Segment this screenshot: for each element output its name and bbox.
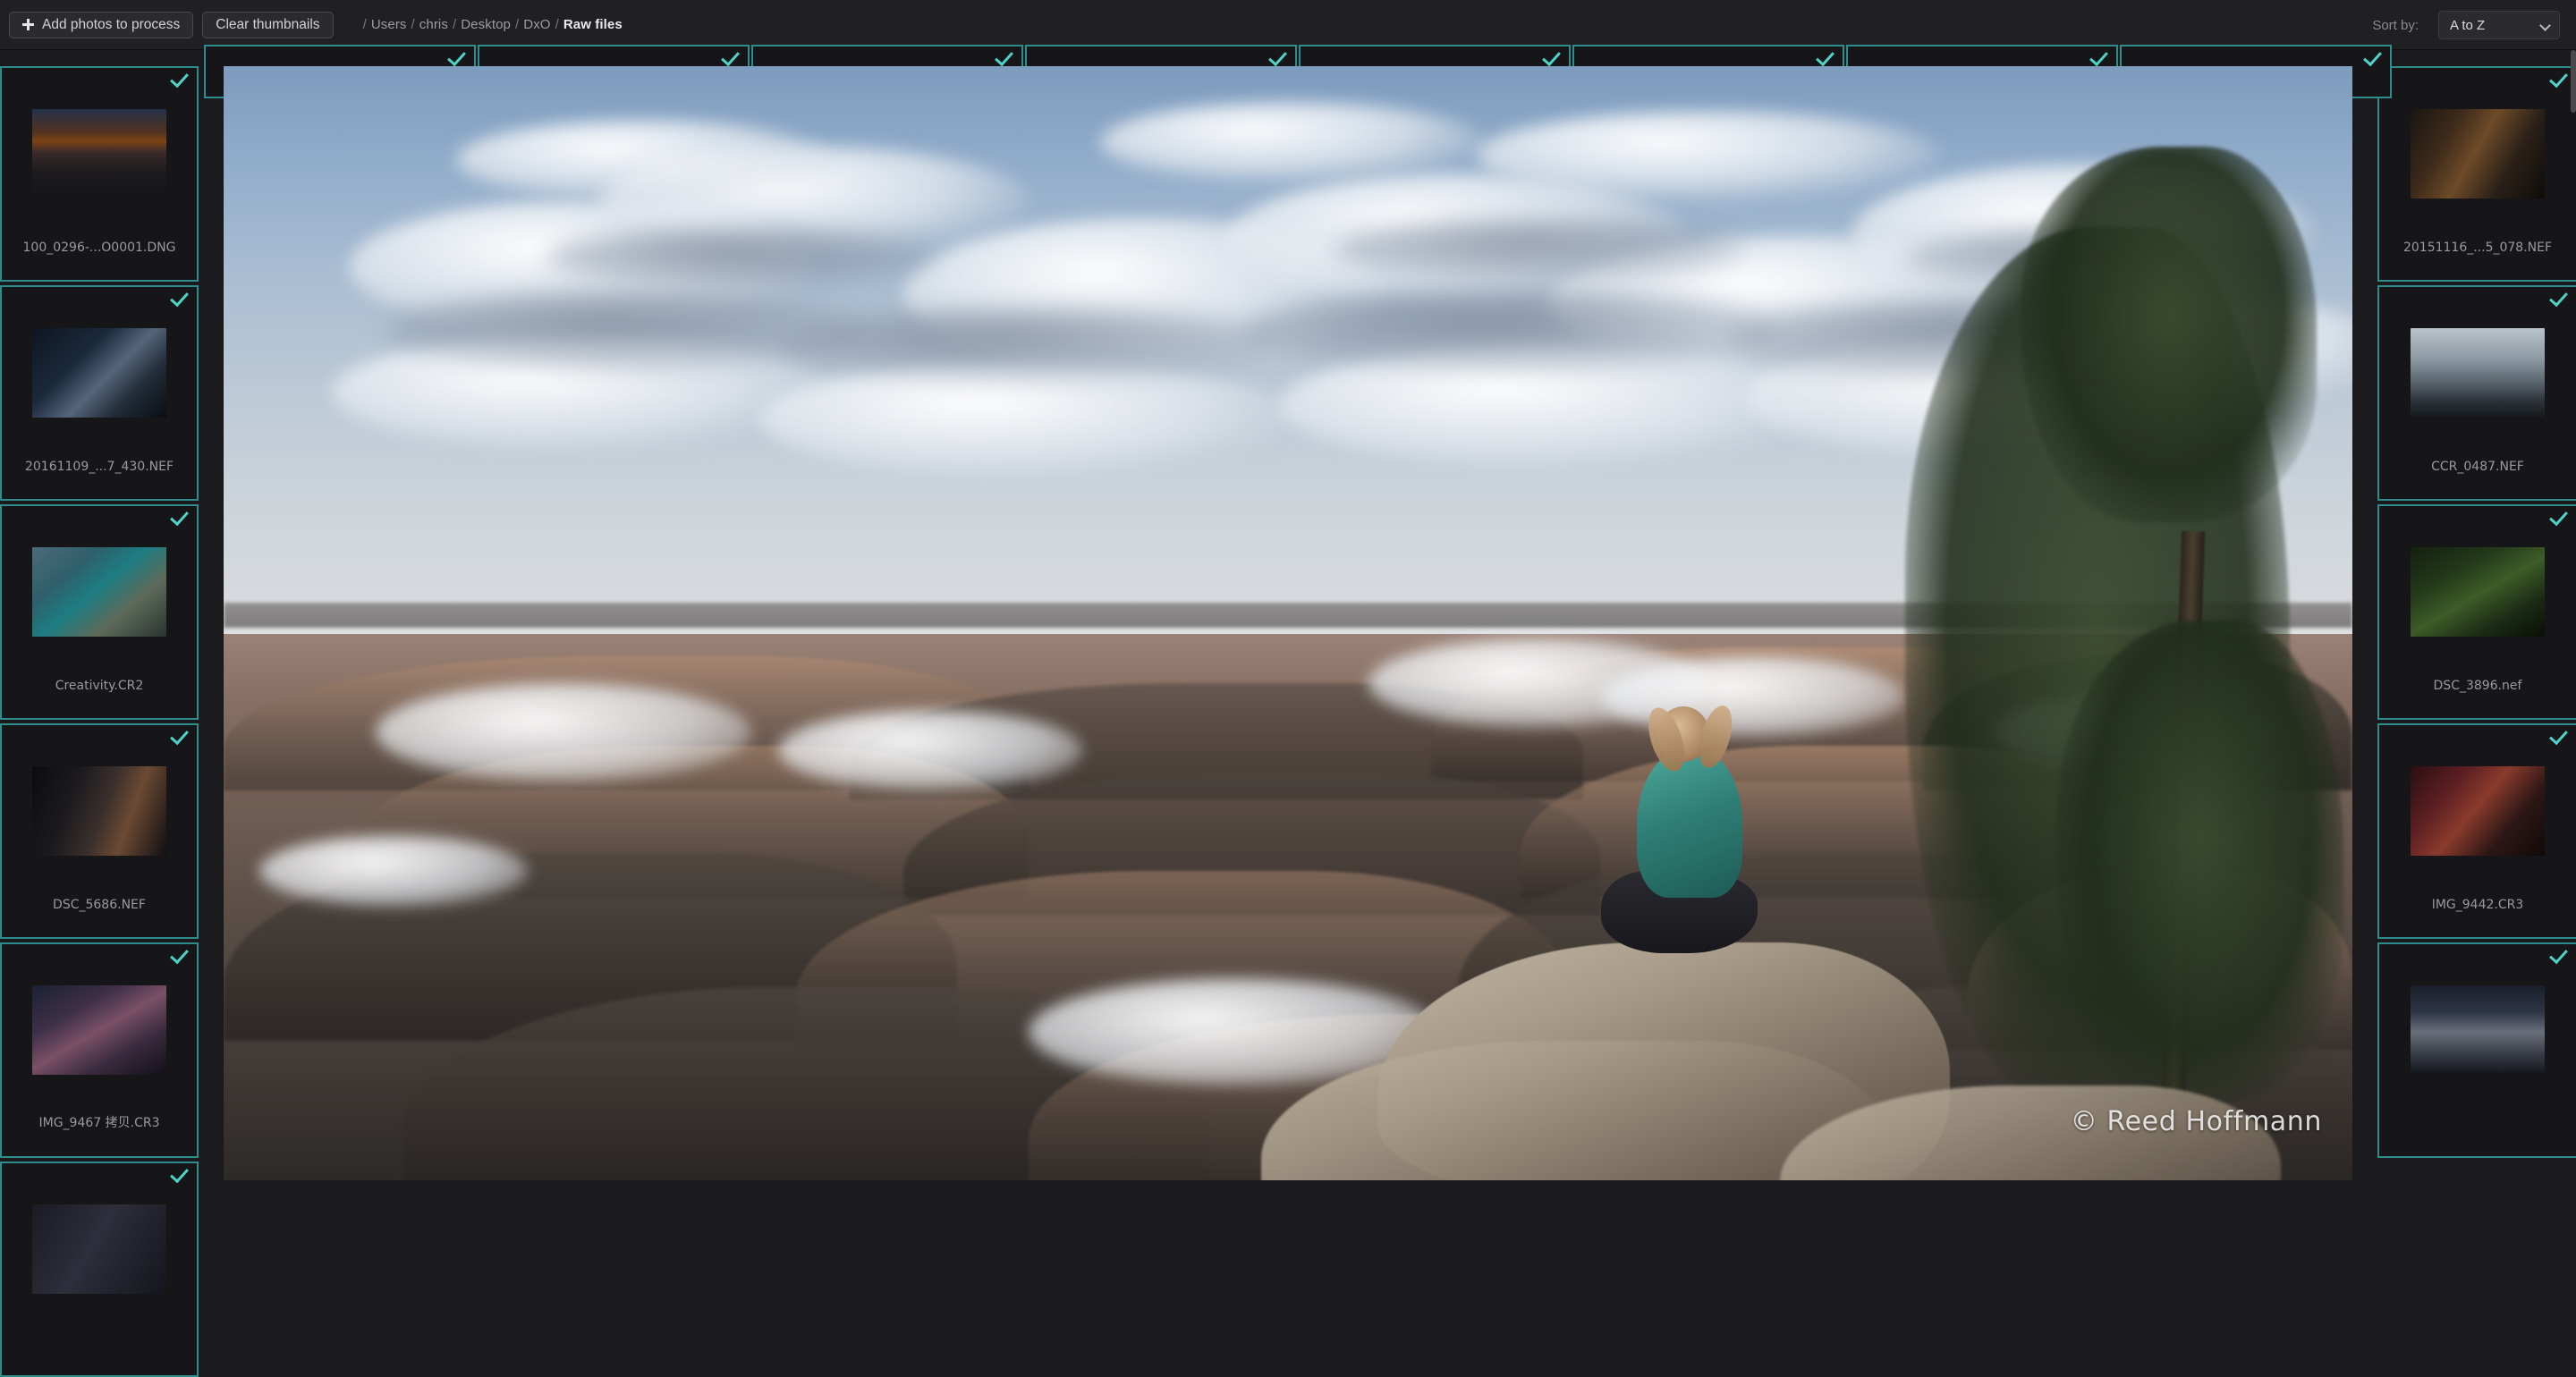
scene-element xyxy=(259,835,528,907)
thumbnail-cell[interactable]: DSC_5686.NEF xyxy=(0,723,199,939)
check-icon[interactable] xyxy=(1542,46,1561,67)
thumbnail-cell[interactable]: 20151116_...5_078.NEF xyxy=(2377,66,2576,282)
sort-by-value: A to Z xyxy=(2450,17,2486,33)
thumbnail-image xyxy=(32,328,166,418)
check-icon[interactable] xyxy=(170,287,189,308)
thumbnail-image xyxy=(32,766,166,856)
thumbnail-cell[interactable]: 100_0296-...O0001.DNG xyxy=(0,66,199,282)
check-icon[interactable] xyxy=(170,944,189,965)
thumbnail-filename: DSC_3896.nef xyxy=(2433,679,2522,693)
scene-element xyxy=(778,308,1279,379)
scene-element xyxy=(456,120,832,200)
thumbnail-filename: IMG_9467 拷贝.CR3 xyxy=(38,1116,160,1130)
thumbnail-filename: DSC_5686.NEF xyxy=(53,898,146,912)
thumbnail-image xyxy=(32,985,166,1075)
add-photos-to-process-button[interactable]: Add photos to process xyxy=(9,11,194,38)
scene-element xyxy=(2057,621,2343,1103)
scene-element xyxy=(376,683,751,781)
check-icon[interactable] xyxy=(2089,46,2108,67)
thumbnail-filename: 100_0296-...O0001.DNG xyxy=(22,241,176,255)
check-icon[interactable] xyxy=(2549,287,2568,308)
thumbnail-cell[interactable]: Creativity.CR2 xyxy=(0,504,199,720)
breadcrumb: / Users / chris / Desktop / DxO / Raw files xyxy=(359,17,623,32)
check-icon[interactable] xyxy=(170,506,189,527)
thumbnail-cell[interactable]: 20161109_...7_430.NEF xyxy=(0,285,199,501)
breadcrumb-item-dxo[interactable]: DxO xyxy=(523,17,550,32)
thumbnail-image xyxy=(2411,985,2545,1075)
check-icon[interactable] xyxy=(721,46,740,67)
breadcrumb-item-raw-files: Raw files xyxy=(563,17,623,32)
breadcrumb-item-desktop[interactable]: Desktop xyxy=(461,17,511,32)
thumbnail-image xyxy=(32,1204,166,1294)
scene-element xyxy=(1243,290,1780,370)
check-icon[interactable] xyxy=(995,46,1013,67)
thumbnail-cell[interactable]: IMG_9442.CR3 xyxy=(2377,723,2576,939)
breadcrumb-separator: / xyxy=(514,17,520,32)
scene-element xyxy=(1100,102,1485,182)
check-icon[interactable] xyxy=(1268,46,1287,67)
thumbnail-image xyxy=(32,547,166,637)
image-preview[interactable]: © Reed Hoffmann xyxy=(224,66,2352,1180)
top-toolbar: Add photos to process Clear thumbnails /… xyxy=(0,0,2576,50)
thumbnail-image xyxy=(2411,547,2545,637)
watermark: © Reed Hoffmann xyxy=(2070,1106,2322,1137)
check-icon[interactable] xyxy=(170,1163,189,1184)
check-icon[interactable] xyxy=(2363,46,2382,67)
chevron-down-icon xyxy=(2539,20,2551,31)
vertical-scrollbar[interactable] xyxy=(2571,50,2576,113)
thumbnail-image xyxy=(2411,328,2545,418)
add-photos-label: Add photos to process xyxy=(42,16,181,32)
thumbnail-image xyxy=(32,109,166,199)
thumbnail-filename: 20161109_...7_430.NEF xyxy=(24,460,174,474)
breadcrumb-separator: / xyxy=(555,17,559,32)
thumbnail-filename: CCR_0487.NEF xyxy=(2431,460,2524,474)
breadcrumb-item-users[interactable]: Users xyxy=(371,17,407,32)
check-icon[interactable] xyxy=(170,725,189,746)
breadcrumb-separator: / xyxy=(452,17,457,32)
scene-element xyxy=(1476,111,1941,200)
scene-element xyxy=(778,710,1082,790)
sort-controls: Sort by: A to Z xyxy=(2372,0,2560,50)
sort-by-select[interactable]: A to Z xyxy=(2438,11,2560,39)
thumbnail-cell[interactable]: DSC_3896.nef xyxy=(2377,504,2576,720)
check-icon[interactable] xyxy=(170,68,189,89)
check-icon[interactable] xyxy=(2549,506,2568,527)
clear-thumbnails-label: Clear thumbnails xyxy=(216,16,320,32)
thumbnail-cell[interactable] xyxy=(0,1162,199,1377)
scene-element xyxy=(1601,656,1905,737)
thumbnail-filename: IMG_9442.CR3 xyxy=(2431,898,2524,912)
thumbnail-filename: Creativity.CR2 xyxy=(55,679,144,693)
thumbnail-filename: 20151116_...5_078.NEF xyxy=(2402,241,2553,255)
check-icon[interactable] xyxy=(2549,68,2568,89)
clear-thumbnails-button[interactable]: Clear thumbnails xyxy=(202,11,334,38)
thumbnail-cell[interactable] xyxy=(2377,942,2576,1158)
thumbnail-image xyxy=(2411,109,2545,199)
scene-element xyxy=(1333,218,1744,281)
breadcrumb-separator: / xyxy=(411,17,415,32)
thumbnail-cell[interactable]: CCR_0487.NEF xyxy=(2377,285,2576,501)
thumbnail-cell[interactable]: IMG_9467 拷贝.CR3 xyxy=(0,942,199,1158)
plus-icon xyxy=(22,19,34,30)
check-icon[interactable] xyxy=(2549,725,2568,746)
check-icon[interactable] xyxy=(2549,944,2568,965)
scene-element xyxy=(2021,147,2317,522)
sort-by-label: Sort by: xyxy=(2372,17,2419,33)
scene-element xyxy=(546,227,939,290)
thumbnail-image xyxy=(2411,766,2545,856)
check-icon[interactable] xyxy=(1816,46,1835,67)
breadcrumb-separator: / xyxy=(362,17,367,32)
scene-element xyxy=(1637,750,1742,898)
check-icon[interactable] xyxy=(447,46,466,67)
breadcrumb-item-chris[interactable]: chris xyxy=(419,17,448,32)
